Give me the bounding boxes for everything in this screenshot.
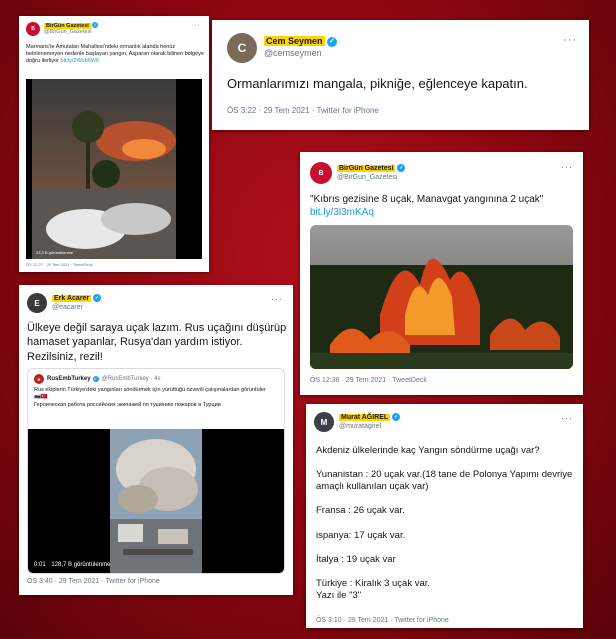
tweet-link[interactable]: bit.ly/2Wob6W6 <box>61 58 99 64</box>
author-handle[interactable]: @cemseymen <box>264 48 322 58</box>
tweet-line: Yunanistan : 20 uçak var.(18 tane de Pol… <box>316 469 573 493</box>
author-handle[interactable]: @BirGun_Gazetesi <box>44 29 91 35</box>
more-options-icon[interactable]: ··· <box>271 294 283 304</box>
quoted-tweet[interactable]: R RusEmbTurkey ✓ @RusEmbTurkey · 4s Rus … <box>27 368 285 574</box>
tweet-card-cem-seymen[interactable]: C Cem Seymen ✓ @cemseymen ··· Ormanlarım… <box>212 20 589 130</box>
avatar[interactable]: C <box>227 33 257 63</box>
more-options-icon[interactable]: ··· <box>191 22 201 29</box>
flag-tr-icon: 🇹🇷 <box>40 394 48 401</box>
firefighting-video-thumbnail <box>110 429 202 573</box>
video-views: 23,3 B görüntülenme <box>36 250 74 255</box>
quote-text: Rus ekiplerin Türkiye'deki yangınları sö… <box>34 387 279 409</box>
video-views: 128,7 B görüntülenme <box>51 562 111 568</box>
author-handle[interactable]: @BirGun_Gazetesi <box>337 174 397 181</box>
tweet-footer[interactable]: ÖS 3:40 · 29 Tem 2021 · Twitter for iPho… <box>27 578 160 585</box>
video-player[interactable]: 0:01 128,7 B görüntülenme <box>28 429 284 573</box>
author-name[interactable]: Erk Acarer <box>52 294 92 302</box>
tweet-text: Akdeniz ülkelerinde kaç Yangın söndürme … <box>316 445 578 602</box>
forest-fire-image <box>310 225 573 369</box>
author-handle[interactable]: @muratagirel <box>339 423 381 430</box>
tweet-footer[interactable]: ÖS 3:10 · 29 Tem 2021 · Twitter for iPho… <box>316 617 449 624</box>
verified-icon: ✓ <box>92 376 99 382</box>
video-time: 0:01 128,7 B görüntülenme <box>34 562 110 568</box>
quote-text-tr: Rus ekiplerin Türkiye'deki yangınları sö… <box>34 387 266 393</box>
quote-avatar[interactable]: R <box>34 374 44 384</box>
quote-author-handle[interactable]: @RusEmbTurkey · 4s <box>102 376 161 382</box>
more-options-icon[interactable]: ··· <box>563 34 577 46</box>
verified-icon: ✓ <box>92 22 99 29</box>
author-handle[interactable]: @eacarer <box>52 304 83 311</box>
flag-ru-icon: 🇷🇺 <box>34 394 41 401</box>
tweet-line: Yazı ile "3" <box>316 590 362 602</box>
tweet-text: "Kıbrıs gezisine 8 uçak, Manavgat yangın… <box>310 193 575 219</box>
tweet-text: Ülkeye değil saraya uçak lazım. Rus uçağ… <box>27 322 287 363</box>
author-name[interactable]: Cem Seymen <box>264 36 325 47</box>
tweet-line: İtalya : 19 uçak var <box>316 553 396 565</box>
author-name[interactable]: BirGün Gazetesi <box>337 164 396 172</box>
tweet-line: Fransa : 26 uçak var. <box>316 505 405 517</box>
tweet-card-birgun-kibris[interactable]: B BirGün Gazetesi ✓ @BirGun_Gazetesi ···… <box>300 152 583 395</box>
avatar[interactable]: E <box>27 293 47 313</box>
tweet-link[interactable]: bit.ly/3l3mKAq <box>310 207 374 218</box>
verified-icon: ✓ <box>93 294 102 303</box>
tweet-text: Ormanlarımızı mangala, pikniğe, eğlencey… <box>227 76 528 91</box>
author-name[interactable]: Murat AĞIREL <box>339 413 391 421</box>
fire-photo[interactable] <box>310 225 573 369</box>
verified-icon: ✓ <box>392 413 401 422</box>
fire-video-thumbnail <box>32 79 176 259</box>
tweet-line: ispanya: 17 uçak var. <box>316 529 406 541</box>
verified-icon: ✓ <box>397 164 406 173</box>
tweet-card-erk-acarer[interactable]: E Erk Acarer ✓ @eacarer ··· Ülkeye değil… <box>19 285 293 595</box>
verified-icon: ✓ <box>327 36 338 47</box>
video-player[interactable]: 23,3 B görüntülenme <box>26 79 202 259</box>
avatar[interactable]: B <box>310 162 332 184</box>
more-options-icon[interactable]: ··· <box>561 162 573 172</box>
tweet-card-murat-agirel[interactable]: M Murat AĞIREL ✓ @muratagirel ··· Akdeni… <box>306 404 583 628</box>
author-name[interactable]: BirGün Gazetesi <box>44 22 91 29</box>
video-duration: 0:01 <box>34 562 46 568</box>
more-options-icon[interactable]: ··· <box>561 413 573 423</box>
tweet-body: "Kıbrıs gezisine 8 uçak, Manavgat yangın… <box>310 194 544 205</box>
tweet-footer[interactable]: ÖS 12:36 · 29 Tem 2021 · TweetDeck <box>310 377 427 384</box>
tweet-line: Türkiye : Kiralık 3 uçak var. <box>316 577 431 589</box>
quote-text-ru: Героическая работа российских экипажей п… <box>34 401 221 408</box>
avatar[interactable]: B <box>26 22 40 36</box>
tweet-text: Marmaris'te Amutalan Mahallesi'ndeki orm… <box>26 44 204 65</box>
tweet-body: Marmaris'te Amutalan Mahallesi'ndeki orm… <box>26 44 204 65</box>
avatar[interactable]: M <box>314 412 334 432</box>
quote-author-name[interactable]: RusEmbTurkey <box>47 376 91 382</box>
tweet-line: Akdeniz ülkelerinde kaç Yangın söndürme … <box>316 445 540 456</box>
tweet-footer[interactable]: ÖS 12:27 · 29 Tem 2021 · TweetDeck <box>26 262 93 267</box>
tweet-card-birgun-marmaris[interactable]: B BirGün Gazetesi ✓ @BirGun_Gazetesi ···… <box>19 16 209 272</box>
tweet-footer[interactable]: ÖS 3:22 · 29 Tem 2021 · Twitter for iPho… <box>227 106 379 115</box>
